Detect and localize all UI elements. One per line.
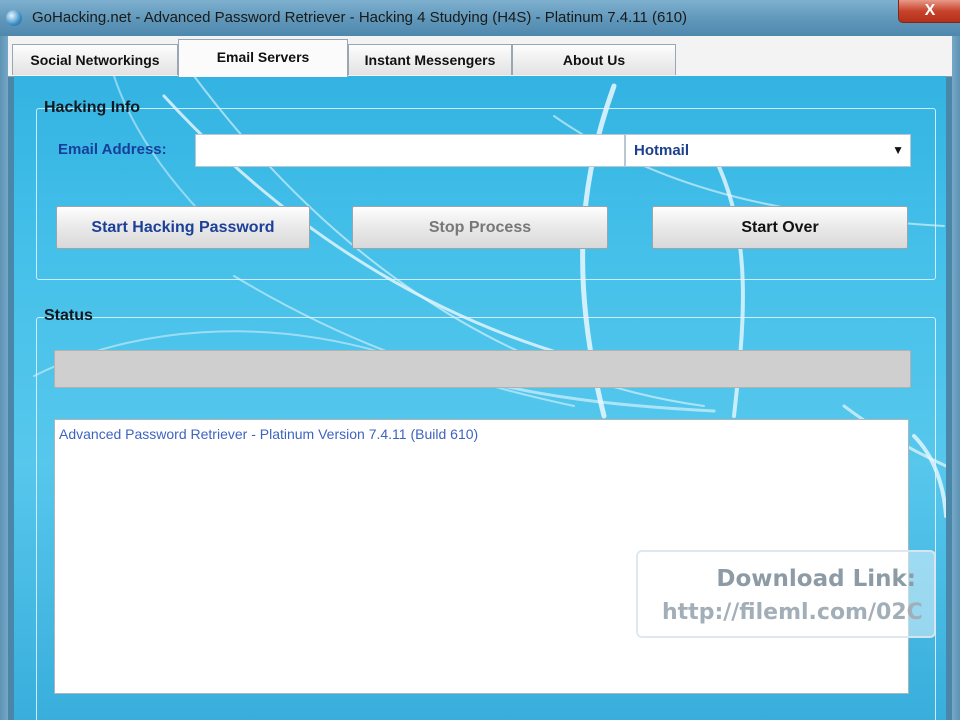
start-over-button[interactable]: Start Over [652,206,908,249]
chevron-down-icon[interactable]: ▼ [892,143,904,157]
window-frame-right [952,36,960,720]
client-area: Hacking Info Email Address: Hotmail ▼ St… [14,76,946,720]
watermark-line-1: Download Link: [716,566,916,592]
app-globe-icon [6,10,22,26]
title-bar[interactable]: GoHacking.net - Advanced Password Retrie… [0,0,960,36]
tab-strip: Social Networkings Email Servers Instant… [8,36,952,77]
log-line: Advanced Password Retriever - Platinum V… [59,426,479,442]
progress-bar [54,350,911,388]
email-address-input[interactable] [195,134,625,167]
status-title: Status [44,307,93,324]
download-link-watermark: Download Link: http://fileml.com/02C [636,550,936,638]
close-button[interactable]: X [898,0,960,23]
watermark-line-2: http://fileml.com/02C [662,600,923,625]
email-provider-value: Hotmail [634,142,690,159]
tab-social-networkings[interactable]: Social Networkings [12,44,178,75]
hacking-info-title: Hacking Info [44,99,141,116]
tab-email-servers[interactable]: Email Servers [178,39,348,77]
window-frame-left [0,36,8,720]
email-address-label: Email Address: [58,141,167,158]
window-title: GoHacking.net - Advanced Password Retrie… [32,9,688,26]
start-hacking-button[interactable]: Start Hacking Password [56,206,310,249]
stop-process-button[interactable]: Stop Process [352,206,608,249]
tab-about-us[interactable]: About Us [512,44,676,75]
email-provider-select[interactable]: Hotmail ▼ [625,134,911,167]
tab-instant-messengers[interactable]: Instant Messengers [348,44,512,75]
